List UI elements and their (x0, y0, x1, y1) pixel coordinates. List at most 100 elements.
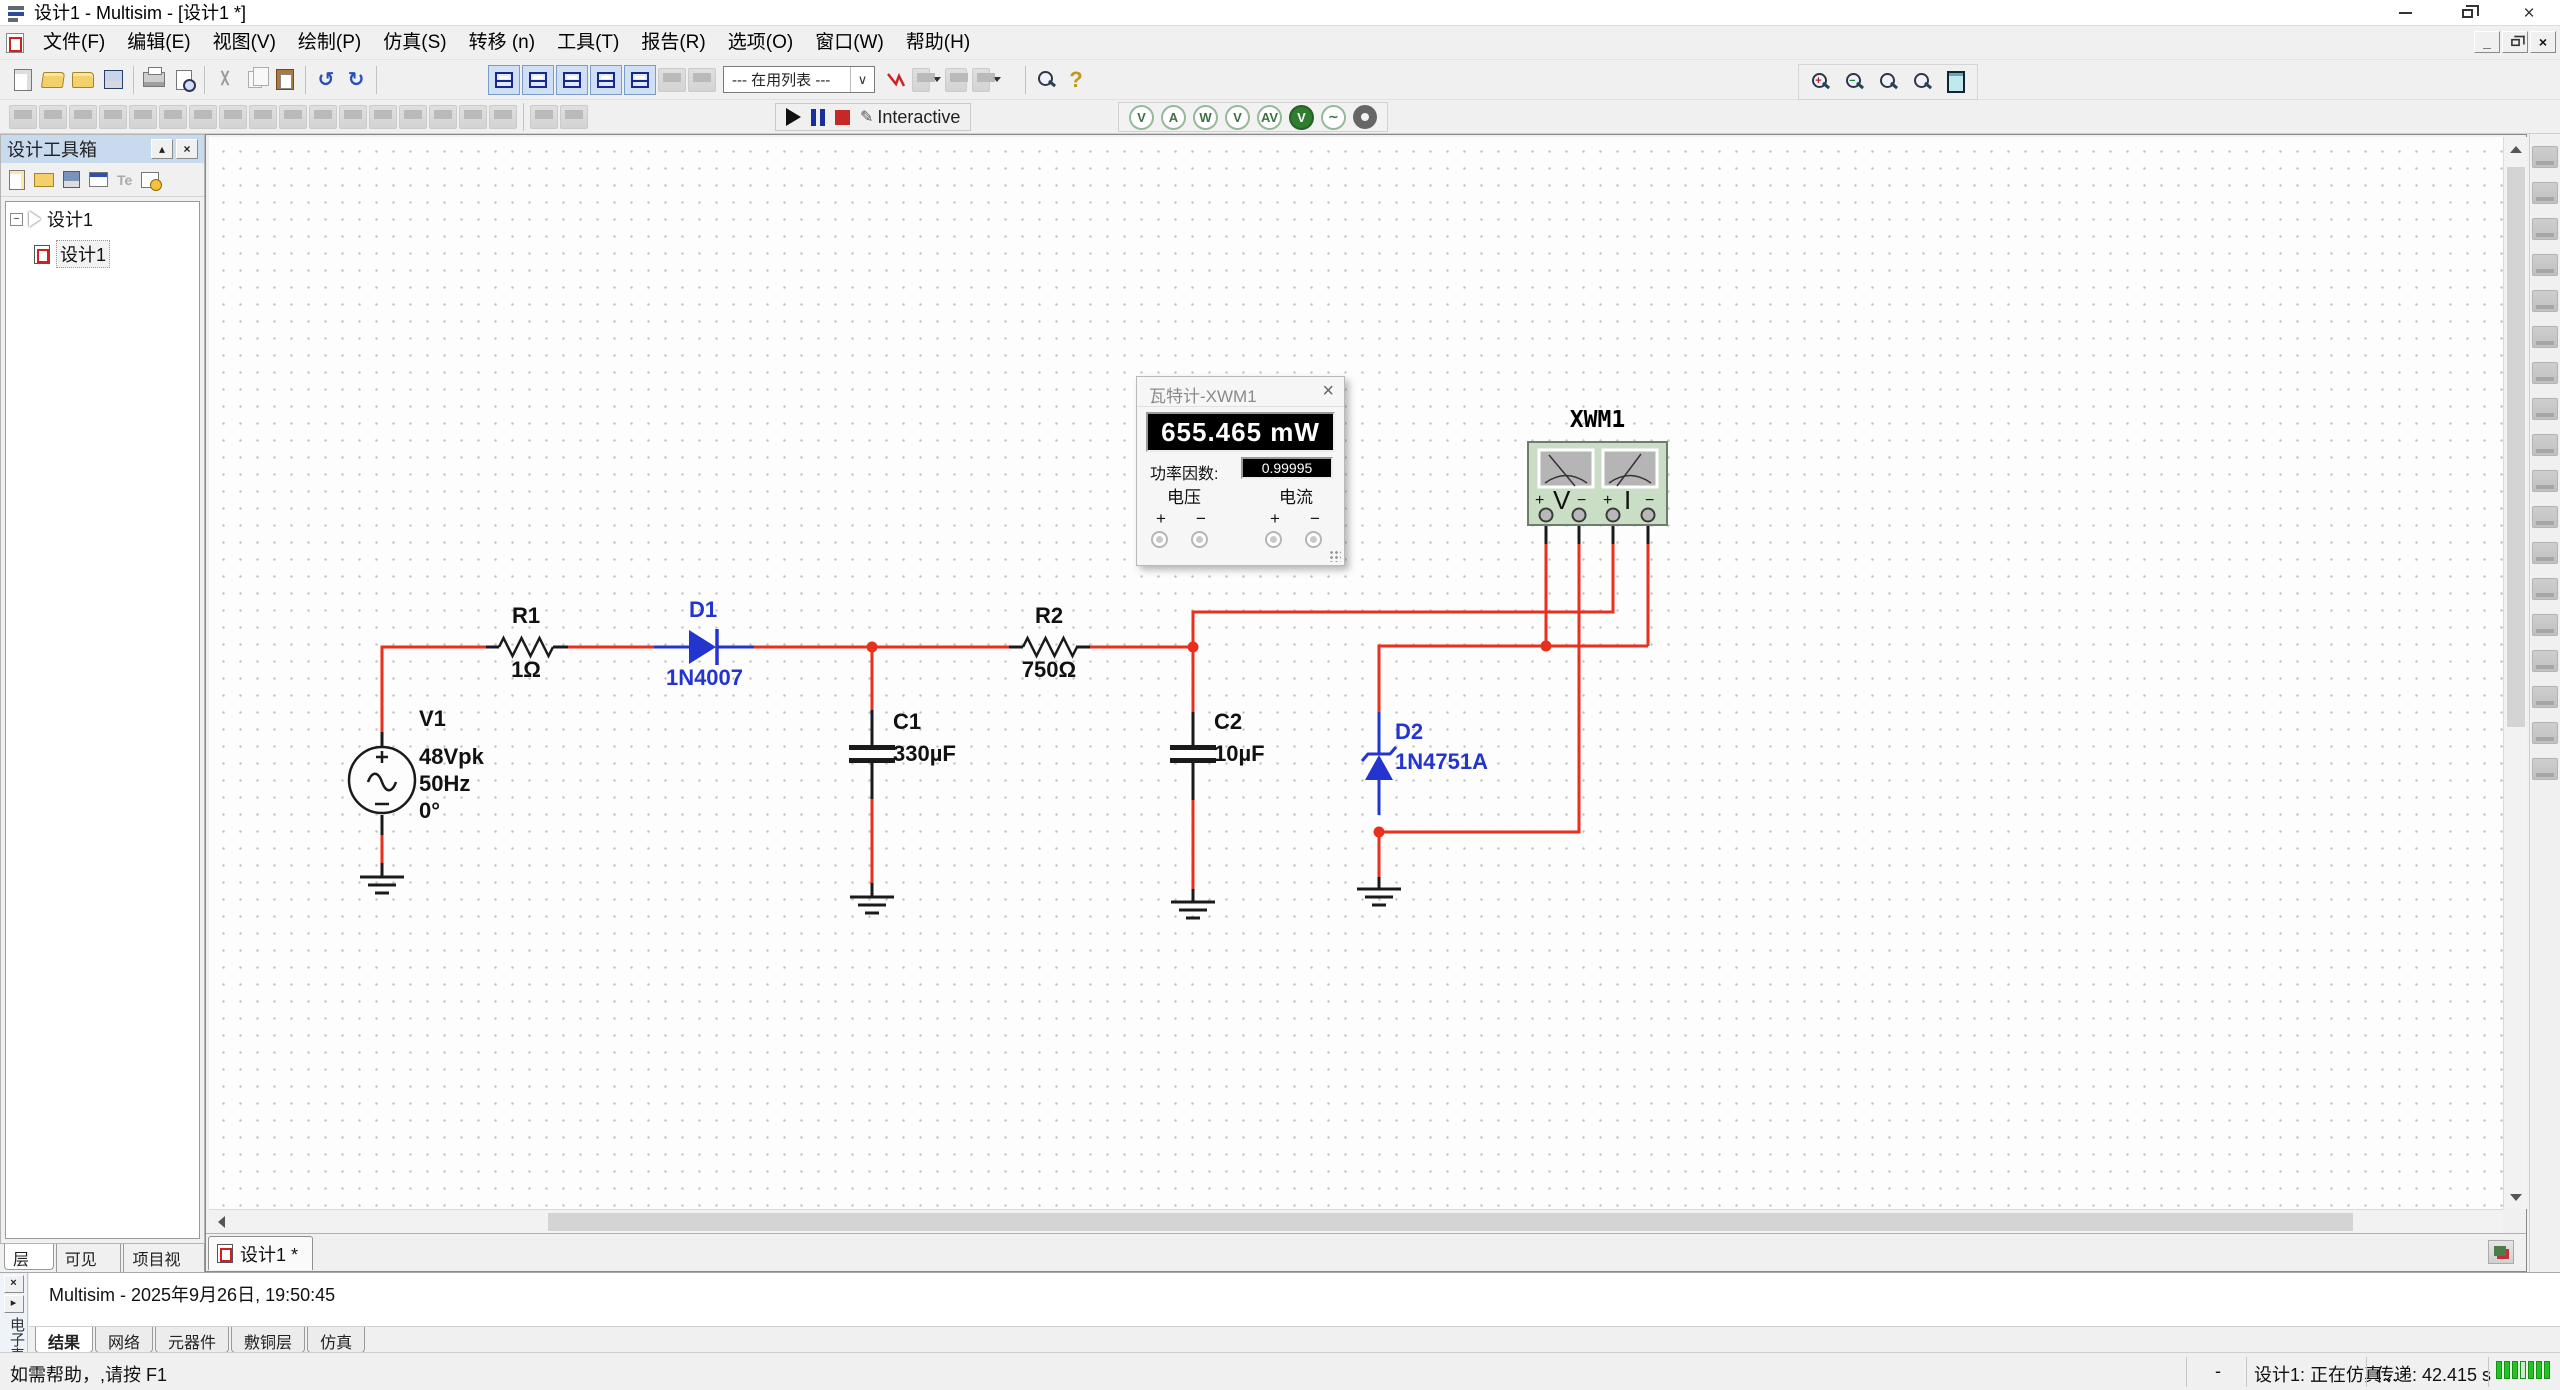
new-design-icon[interactable] (9, 170, 25, 190)
schematic-canvas[interactable]: XWM1 + V − + I − V1 48Vpk 50Hz 0° R1 1Ω … (209, 137, 2503, 1209)
place-mixed-button[interactable] (249, 105, 277, 129)
agilent-multimeter-button[interactable] (2532, 686, 2558, 708)
menu-edit[interactable]: 编辑(E) (116, 28, 201, 58)
component-wizard-button[interactable] (658, 68, 686, 92)
place-cmos-button[interactable] (189, 105, 217, 129)
current-plus-terminal[interactable] (1265, 531, 1282, 548)
stop-simulation-button[interactable] (835, 110, 850, 125)
save-design-icon[interactable] (63, 171, 80, 188)
r1-value[interactable]: 1Ω (491, 657, 561, 683)
open-design-icon[interactable] (34, 173, 54, 187)
component-d1[interactable] (654, 629, 754, 665)
menu-view[interactable]: 视图(V) (202, 28, 287, 58)
four-channel-oscilloscope-button[interactable] (2532, 290, 2558, 312)
ground-symbols[interactable] (360, 877, 1401, 918)
c1-refdes[interactable]: C1 (893, 709, 921, 735)
place-ttl-button[interactable] (159, 105, 187, 129)
erc-button[interactable] (881, 65, 911, 95)
new-button[interactable] (8, 65, 38, 95)
menu-help[interactable]: 帮助(H) (895, 28, 981, 58)
place-diode-button[interactable] (69, 105, 97, 129)
spreadsheet-expand-button[interactable]: ▸ (4, 1295, 24, 1313)
place-electromechanical-button[interactable] (429, 105, 457, 129)
voltage-probe-button[interactable]: V (1129, 105, 1154, 130)
place-hierarchical-button[interactable] (530, 105, 558, 129)
wattmeter-dialog[interactable]: 瓦特计-XWM1 × 655.465 mW 功率因数: 0.99995 电压 电… (1136, 376, 1345, 566)
menu-window[interactable]: 窗口(W) (804, 28, 895, 58)
bode-plotter-button[interactable] (2532, 326, 2558, 348)
tab-nets[interactable]: 网络 (95, 1327, 153, 1353)
wattmeter-button[interactable] (2532, 218, 2558, 240)
open-button[interactable] (38, 65, 68, 95)
place-peripherals-button[interactable] (369, 105, 397, 129)
function-generator-button[interactable] (2532, 182, 2558, 204)
tab-row-corner-icon[interactable] (2488, 1240, 2514, 1264)
horizontal-scrollbar[interactable] (209, 1209, 2503, 1233)
iv-analyzer-button[interactable] (2532, 506, 2558, 528)
print-button[interactable] (139, 65, 169, 95)
history-icon[interactable] (141, 172, 159, 188)
panel-pin-button[interactable]: ▴ (151, 139, 173, 159)
component-c1[interactable] (849, 745, 895, 763)
toggle-design-toolbox-button[interactable] (488, 65, 520, 95)
tree-child-row[interactable]: 设计1 (6, 236, 199, 272)
menu-reports[interactable]: 报告(R) (630, 28, 716, 58)
place-analog-button[interactable] (129, 105, 157, 129)
export-to-ultiboard-button[interactable] (911, 65, 941, 95)
pause-simulation-button[interactable] (811, 109, 825, 126)
agilent-oscilloscope-button[interactable] (2532, 722, 2558, 744)
v1-value-2[interactable]: 50Hz (419, 771, 470, 797)
document-icon[interactable] (6, 33, 24, 53)
power-probe-button[interactable]: W (1193, 105, 1218, 130)
spreadsheet-close-button[interactable]: × (4, 1275, 24, 1293)
v1-refdes[interactable]: V1 (419, 706, 446, 732)
mdi-close-button[interactable]: × (2530, 31, 2556, 53)
zoom-area-button[interactable] (1873, 67, 1903, 97)
tree-collapse-icon[interactable]: − (10, 213, 23, 226)
spreadsheet-results[interactable]: Multisim - 2025年9月26日, 19:50:45 (29, 1273, 2560, 1327)
zoom-out-button[interactable]: − (1839, 67, 1869, 97)
new-window-icon[interactable] (89, 172, 108, 187)
network-analyzer-button[interactable] (2532, 614, 2558, 636)
menu-transfer[interactable]: 转移 (n) (458, 28, 547, 58)
paste-button[interactable] (270, 65, 300, 95)
tektronix-oscilloscope-button[interactable] (2532, 758, 2558, 780)
zoom-fit-button[interactable] (1907, 67, 1937, 97)
distortion-analyzer-button[interactable] (2532, 542, 2558, 564)
copy-button[interactable] (240, 65, 270, 95)
current-minus-terminal[interactable] (1305, 531, 1322, 548)
v1-value-3[interactable]: 0° (419, 798, 440, 824)
find-button[interactable] (1031, 65, 1061, 95)
scroll-down-button[interactable] (2504, 1185, 2528, 1209)
place-power-button[interactable] (309, 105, 337, 129)
open-sample-button[interactable] (68, 65, 98, 95)
place-misc-digital-button[interactable] (219, 105, 247, 129)
place-mcu-button[interactable] (489, 105, 517, 129)
c2-refdes[interactable]: C2 (1214, 709, 1242, 735)
agilent-function-generator-button[interactable] (2532, 650, 2558, 672)
print-preview-button[interactable] (169, 65, 199, 95)
tab-copper-layers[interactable]: 敷铜层 (231, 1327, 305, 1353)
wattmeter-dialog-titlebar[interactable]: 瓦特计-XWM1 × (1137, 377, 1344, 407)
menu-tools[interactable]: 工具(T) (546, 28, 630, 58)
panel-close-button[interactable]: × (176, 139, 198, 159)
r2-refdes[interactable]: R2 (1014, 603, 1084, 629)
tab-design1[interactable]: 设计1 * (208, 1236, 313, 1270)
frequency-counter-button[interactable] (2532, 362, 2558, 384)
tree-root-row[interactable]: − 设计1 (6, 202, 199, 236)
cut-button[interactable] (210, 65, 240, 95)
place-connector-button[interactable] (459, 105, 487, 129)
toggle-instruments-button[interactable] (624, 65, 656, 95)
tab-hierarchy[interactable]: 层级 (4, 1244, 54, 1270)
toggle-spreadsheet-button[interactable] (522, 65, 554, 95)
component-r2[interactable] (1023, 638, 1077, 656)
voltage-minus-terminal[interactable] (1191, 531, 1208, 548)
menu-options[interactable]: 选项(O) (717, 28, 804, 58)
fullscreen-button[interactable] (1941, 67, 1971, 97)
probe-settings-button[interactable] (1353, 105, 1377, 129)
place-indicator-button[interactable] (279, 105, 307, 129)
save-button[interactable] (98, 65, 128, 95)
d2-refdes[interactable]: D2 (1395, 719, 1423, 745)
c2-value[interactable]: 10µF (1214, 741, 1265, 767)
undo-button[interactable]: ↺ (311, 65, 341, 95)
